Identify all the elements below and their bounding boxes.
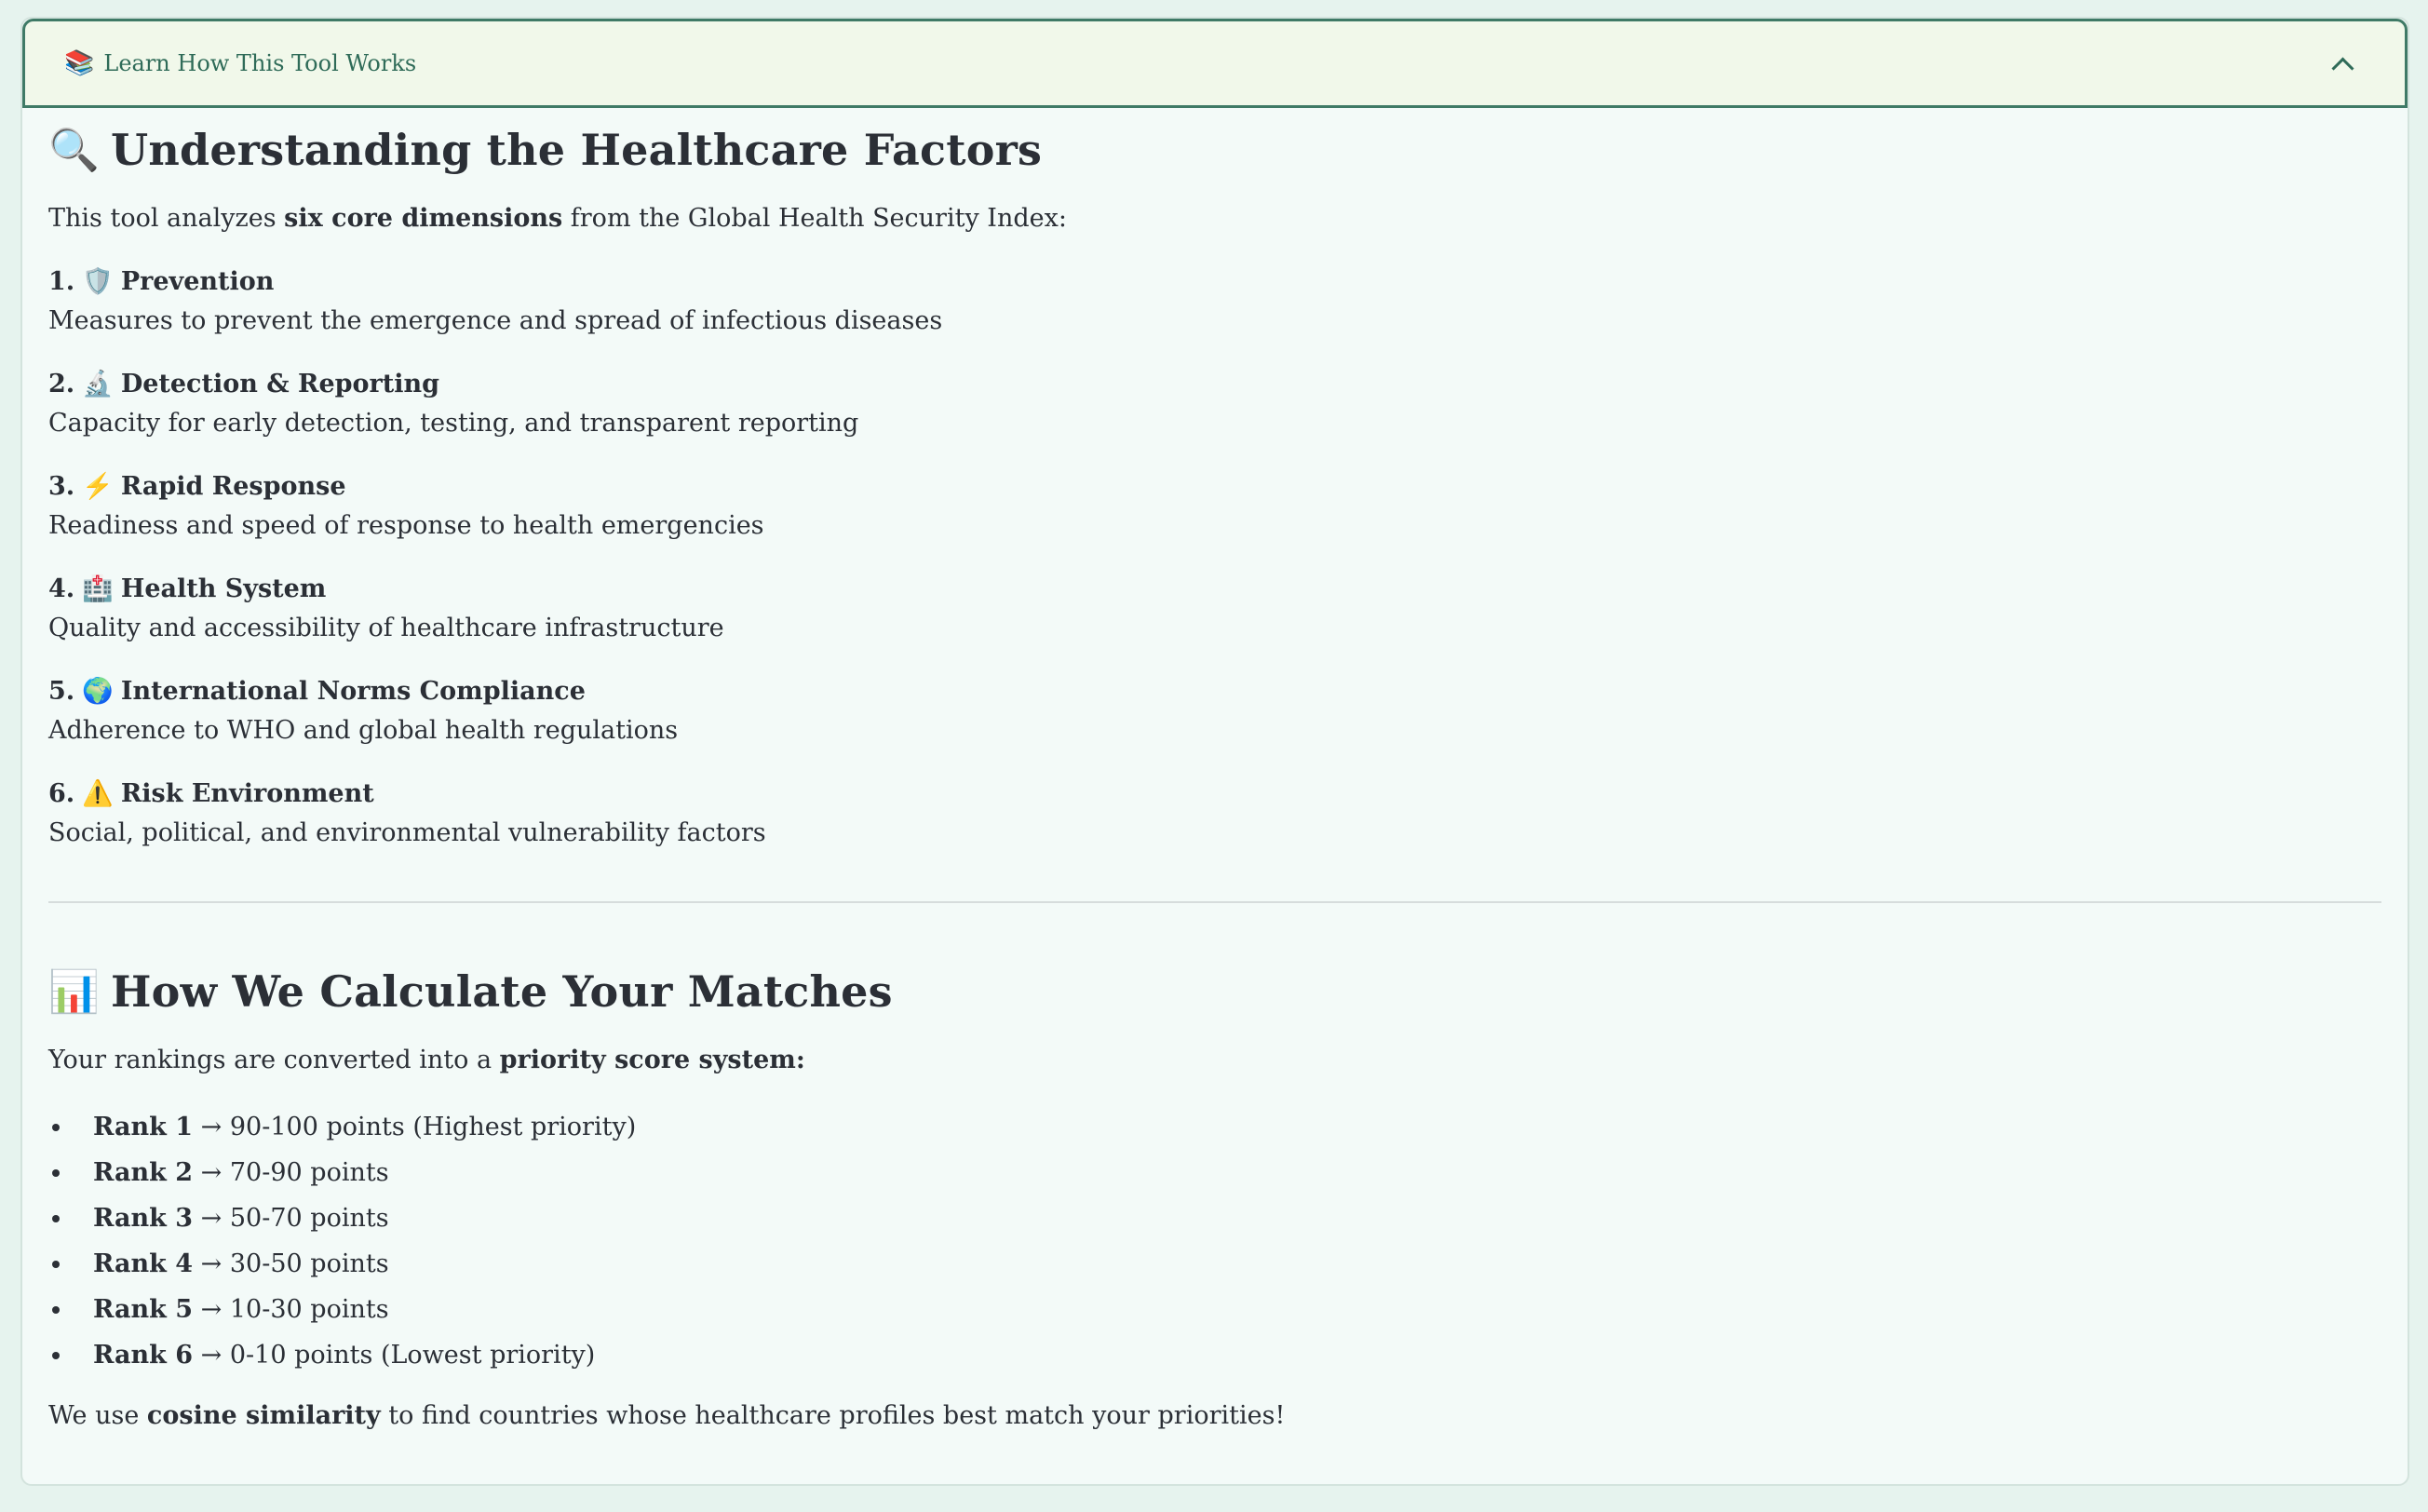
factor-title: 2. 🔬 Detection & Reporting [48,365,2381,404]
matches-heading: 📊 How We Calculate Your Matches [48,966,2381,1017]
factor-item-international-norms: 5. 🌍 International Norms Compliance Adhe… [48,672,2381,750]
factor-title-text: Detection & Reporting [120,370,440,398]
rank-label: Rank 4 [93,1249,194,1278]
warning-icon: ⚠️ [82,779,114,808]
rank-points: → 50-70 points [200,1204,389,1233]
matches-intro-bold: priority score system: [499,1046,805,1074]
factors-heading: 🔍 Understanding the Healthcare Factors [48,125,2381,175]
factor-title-text: Risk Environment [120,779,374,808]
factor-description: Capacity for early detection, testing, a… [48,409,859,438]
factor-number: 2. [48,370,75,398]
factors-heading-text: Understanding the Healthcare Factors [111,125,1043,175]
matches-heading-text: How We Calculate Your Matches [111,966,893,1017]
rank-label: Rank 1 [93,1113,194,1141]
factor-number: 4. [48,574,75,603]
factor-item-prevention: 1. 🛡️ Prevention Measures to prevent the… [48,263,2381,341]
factor-item-health-system: 4. 🏥 Health System Quality and accessibi… [48,570,2381,648]
factor-item-risk-environment: 6. ⚠️ Risk Environment Social, political… [48,775,2381,853]
learn-how-expander: 📚 Learn How This Tool Works 🔍 Understand… [20,17,2409,1486]
list-item: Rank 5 → 10-30 points [48,1287,2381,1332]
factors-intro-suffix: from the Global Health Security Index: [562,204,1067,233]
magnifier-icon: 🔍 [48,127,100,174]
expander-label: Learn How This Tool Works [103,50,417,76]
outro-suffix: to find countries whose healthcare profi… [380,1401,1286,1430]
rank-label: Rank 6 [93,1341,194,1370]
factor-title-text: International Norms Compliance [120,677,586,706]
factor-description: Quality and accessibility of healthcare … [48,614,724,642]
matches-intro-prefix: Your rankings are converted into a [48,1046,500,1074]
factor-item-detection: 2. 🔬 Detection & Reporting Capacity for … [48,365,2381,443]
rank-points: → 0-10 points (Lowest priority) [200,1341,596,1370]
factor-title: 4. 🏥 Health System [48,570,2381,609]
factor-number: 3. [48,472,75,501]
shield-icon: 🛡️ [82,267,114,296]
factor-title: 3. ⚡ Rapid Response [48,467,2381,506]
factor-title-text: Health System [120,574,327,603]
matches-intro: Your rankings are converted into a prior… [48,1041,2381,1080]
rank-list: Rank 1 → 90-100 points (Highest priority… [48,1104,2381,1378]
list-item: Rank 2 → 70-90 points [48,1150,2381,1195]
rank-points: → 90-100 points (Highest priority) [200,1113,637,1141]
factor-title: 1. 🛡️ Prevention [48,263,2381,302]
rank-label: Rank 5 [93,1295,194,1324]
factor-description: Adherence to WHO and global health regul… [48,716,679,745]
chevron-up-icon[interactable] [2331,56,2354,80]
factor-title: 5. 🌍 International Norms Compliance [48,672,2381,711]
factors-intro-bold: six core dimensions [284,204,563,233]
factor-description: Social, political, and environmental vul… [48,818,766,847]
rank-points: → 10-30 points [200,1295,389,1324]
bar-chart-icon: 📊 [48,968,100,1016]
rank-points: → 70-90 points [200,1158,389,1187]
factor-description: Measures to prevent the emergence and sp… [48,306,943,335]
microscope-icon: 🔬 [82,370,114,398]
outro-bold: cosine similarity [146,1401,381,1430]
factor-number: 5. [48,677,75,706]
factors-intro-prefix: This tool analyzes [48,204,285,233]
list-item: Rank 3 → 50-70 points [48,1195,2381,1241]
factor-title-text: Rapid Response [120,472,346,501]
expander-content: 🔍 Understanding the Healthcare Factors T… [22,108,2408,1436]
outro-prefix: We use [48,1401,147,1430]
factors-intro: This tool analyzes six core dimensions f… [48,199,2381,238]
expander-toggle[interactable]: 📚 Learn How This Tool Works [22,19,2408,108]
rank-label: Rank 2 [93,1158,194,1187]
globe-icon: 🌍 [82,677,114,706]
lightning-icon: ⚡ [82,472,114,501]
hospital-icon: 🏥 [82,574,114,603]
rank-points: → 30-50 points [200,1249,389,1278]
factor-item-rapid-response: 3. ⚡ Rapid Response Readiness and speed … [48,467,2381,546]
factor-description: Readiness and speed of response to healt… [48,511,764,540]
books-icon: 📚 [64,49,95,77]
factor-title: 6. ⚠️ Risk Environment [48,775,2381,814]
list-item: Rank 1 → 90-100 points (Highest priority… [48,1104,2381,1150]
rank-label: Rank 3 [93,1204,194,1233]
factor-number: 6. [48,779,75,808]
matches-outro: We use cosine similarity to find countri… [48,1397,2381,1436]
factor-title-text: Prevention [120,267,275,296]
section-divider [48,901,2381,903]
list-item: Rank 4 → 30-50 points [48,1241,2381,1287]
factor-number: 1. [48,267,75,296]
list-item: Rank 6 → 0-10 points (Lowest priority) [48,1332,2381,1378]
